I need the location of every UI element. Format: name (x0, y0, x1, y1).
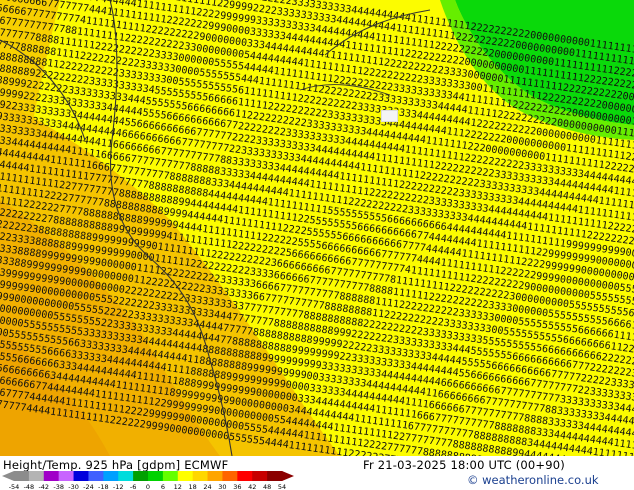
legend-tick-label: 30 (218, 483, 226, 490)
legend-tick-label: -30 (68, 483, 79, 490)
color-legend: -54 -48 -42 -38 -30 -24 -18 -12 -6 0 6 12 18 24 30 36 42… (2, 471, 294, 490)
legend-arrow-high (282, 471, 294, 481)
legend-tick-label: -48 (24, 483, 35, 490)
legend-swatch (177, 471, 194, 481)
legend-swatch (267, 471, 283, 481)
legend-tick-label: -54 (9, 483, 20, 490)
city-marker (381, 110, 398, 122)
legend-tick-label: 54 (278, 483, 286, 490)
legend-swatch (73, 471, 89, 481)
legend-swatch (207, 471, 223, 481)
legend-tick-label: 6 (161, 483, 165, 490)
legend-tick-label: 48 (263, 483, 271, 490)
map-footer: Height/Temp. 925 hPa [gdpm] ECMWF Fr 21-… (0, 456, 634, 490)
legend-swatch (103, 471, 119, 481)
legend-swatch (192, 471, 209, 481)
legend-tick-label: -24 (83, 483, 94, 490)
legend-swatch (222, 471, 238, 481)
legend-swatch (88, 471, 104, 481)
legend-swatch (58, 471, 75, 481)
legend-tick-label: 42 (248, 483, 256, 490)
legend-tick-label: -38 (53, 483, 64, 490)
legend-tick-label: -18 (98, 483, 109, 490)
legend-tick-label: 12 (174, 483, 182, 490)
legend-swatch (237, 471, 253, 481)
legend-tick-label: -12 (113, 483, 124, 490)
legend-swatch (28, 471, 45, 481)
legend-tick-label: 0 (146, 483, 150, 490)
map-title: Height/Temp. 925 hPa [gdpm] ECMWF (3, 458, 229, 472)
weather-map-viewer: 5555555555666666666644444444441111111111… (0, 0, 634, 490)
contour-digit-pattern: 5555555555666666666644444444441111111111… (0, 0, 634, 456)
legend-swatch (14, 471, 30, 481)
legend-swatch (118, 471, 134, 481)
legend-swatch (252, 471, 268, 481)
legend-swatch (133, 471, 149, 481)
legend-tick-label: 36 (233, 483, 241, 490)
legend-tick-label: -6 (130, 483, 136, 490)
legend-swatch (148, 471, 164, 481)
legend-arrow-low (2, 471, 14, 481)
legend-tick-label: 24 (203, 483, 211, 490)
temperature-field: 5555555555666666666644444444441111111111… (0, 0, 634, 456)
valid-time: Fr 21-03-2025 18:00 UTC (00+90) (363, 458, 565, 472)
map-canvas: 5555555555666666666644444444441111111111… (0, 0, 634, 456)
credit-link[interactable]: © weatheronline.co.uk (467, 473, 599, 487)
legend-tick-label: -42 (38, 483, 49, 490)
legend-tick-label: 18 (189, 483, 197, 490)
legend-swatch (43, 471, 60, 481)
legend-swatch (162, 471, 179, 481)
